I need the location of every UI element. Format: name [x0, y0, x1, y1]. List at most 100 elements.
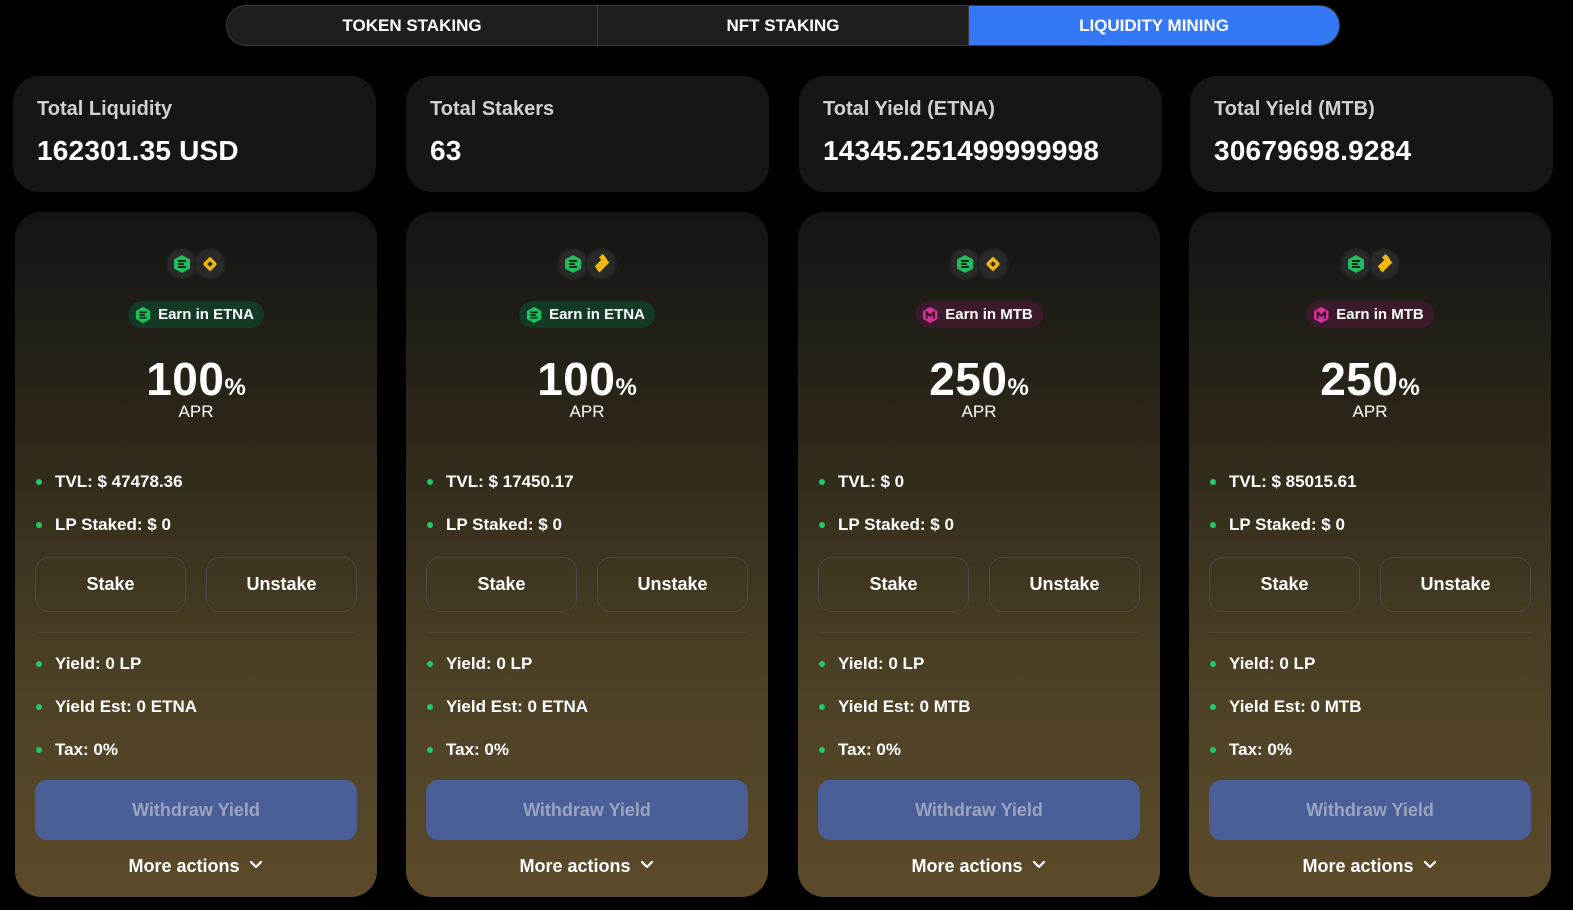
withdraw-yield-button[interactable]: Withdraw Yield [1209, 780, 1531, 840]
unstake-button[interactable]: Unstake [206, 557, 357, 612]
tvl-row: TVL: $ 85015.61 [1209, 460, 1531, 503]
tab-token-staking[interactable]: TOKEN STAKING [227, 6, 598, 45]
yield-stats: Yield: 0 LP Yield Est: 0 MTB Tax: 0% [818, 642, 1140, 771]
lp-staked-row: LP Staked: $ 0 [1209, 503, 1531, 546]
yield-row: Yield: 0 LP [818, 642, 1140, 685]
earn-badge: Earn in ETNA [128, 301, 264, 328]
tvl-row: TVL: $ 0 [818, 460, 1140, 503]
pool-card: Earn in ETNA 100% APR TVL: $ 47478.36 LP… [15, 212, 377, 897]
withdraw-yield-button[interactable]: Withdraw Yield [35, 780, 357, 840]
yield-est-row: Yield Est: 0 MTB [818, 685, 1140, 728]
tax-row: Tax: 0% [426, 728, 748, 771]
yield-value: Yield: 0 LP [55, 653, 142, 673]
apr-percent-sign: % [224, 374, 246, 401]
yield-stats: Yield: 0 LP Yield Est: 0 ETNA Tax: 0% [426, 642, 748, 771]
stat-card-total-yield-etna: Total Yield (ETNA) 14345.251499999998 [799, 76, 1162, 192]
stat-value: 30679698.9284 [1214, 135, 1412, 166]
yield-row: Yield: 0 LP [35, 642, 357, 685]
stat-value: 63 [430, 135, 462, 166]
tvl-value: TVL: $ 47478.36 [55, 471, 183, 491]
chevron-down-icon [639, 856, 655, 877]
withdraw-yield-button[interactable]: Withdraw Yield [426, 780, 748, 840]
stat-card-total-yield-mtb: Total Yield (MTB) 30679698.9284 [1190, 76, 1553, 192]
mtb-icon [921, 306, 939, 324]
tvl-value: TVL: $ 85015.61 [1229, 471, 1357, 491]
more-actions-toggle[interactable]: More actions [15, 856, 377, 877]
more-actions-toggle[interactable]: More actions [1189, 856, 1551, 877]
yield-value: Yield: 0 LP [446, 653, 533, 673]
yield-est-row: Yield Est: 0 MTB [1209, 685, 1531, 728]
stake-actions: Stake Unstake [35, 557, 357, 612]
lp-staked-value: LP Staked: $ 0 [446, 514, 562, 534]
unstake-button[interactable]: Unstake [1380, 557, 1531, 612]
bullet-icon [36, 478, 42, 485]
unstake-button[interactable]: Unstake [989, 557, 1140, 612]
pool-cards: Earn in ETNA 100% APR TVL: $ 47478.36 LP… [15, 212, 1555, 897]
bullet-icon [1210, 703, 1216, 710]
yield-est-value: Yield Est: 0 ETNA [446, 696, 589, 716]
stake-button[interactable]: Stake [426, 557, 577, 612]
lp-staked-value: LP Staked: $ 0 [838, 514, 954, 534]
bullet-icon [36, 660, 42, 667]
apr: 250% APR [1189, 352, 1551, 422]
pool-stats: TVL: $ 47478.36 LP Staked: $ 0 [35, 460, 357, 546]
apr-label: APR [569, 402, 605, 421]
apr-value: 100 [146, 353, 225, 405]
etna-icon [134, 306, 152, 324]
earn-label: Earn in MTB [1336, 306, 1424, 323]
token-pair [15, 248, 377, 280]
withdraw-yield-button[interactable]: Withdraw Yield [818, 780, 1140, 840]
bullet-icon [1210, 478, 1216, 485]
pool-stats: TVL: $ 17450.17 LP Staked: $ 0 [426, 460, 748, 546]
yield-est-value: Yield Est: 0 ETNA [55, 696, 198, 716]
pool-card: Earn in MTB 250% APR TVL: $ 85015.61 LP … [1189, 212, 1551, 897]
lp-staked-row: LP Staked: $ 0 [35, 503, 357, 546]
bullet-icon [36, 521, 42, 528]
more-actions-toggle[interactable]: More actions [798, 856, 1160, 877]
lp-staked-row: LP Staked: $ 0 [426, 503, 748, 546]
tax-value: Tax: 0% [446, 739, 509, 759]
apr-value: 250 [929, 353, 1008, 405]
bullet-icon [427, 746, 433, 753]
unstake-button[interactable]: Unstake [597, 557, 748, 612]
yield-est-row: Yield Est: 0 ETNA [426, 685, 748, 728]
tax-value: Tax: 0% [838, 739, 901, 759]
tab-nft-staking[interactable]: NFT STAKING [598, 6, 969, 45]
earn-badge: Earn in MTB [915, 301, 1043, 328]
more-actions-toggle[interactable]: More actions [406, 856, 768, 877]
yield-stats: Yield: 0 LP Yield Est: 0 MTB Tax: 0% [1209, 642, 1531, 771]
apr-value: 100 [537, 353, 616, 405]
mtb-icon [1312, 306, 1330, 324]
apr: 100% APR [15, 352, 377, 422]
summary-stats: Total Liquidity 162301.35 USD Total Stak… [13, 76, 1553, 192]
yield-stats: Yield: 0 LP Yield Est: 0 ETNA Tax: 0% [35, 642, 357, 771]
liquidity-mining-page: TOKEN STAKING NFT STAKING LIQUIDITY MINI… [0, 0, 1573, 910]
stat-label: Total Stakers [430, 98, 555, 120]
stake-button[interactable]: Stake [1209, 557, 1360, 612]
chevron-down-icon [248, 856, 264, 877]
bullet-icon [1210, 521, 1216, 528]
tax-value: Tax: 0% [1229, 739, 1292, 759]
bullet-icon [819, 746, 825, 753]
divider [426, 632, 748, 633]
stake-actions: Stake Unstake [1209, 557, 1531, 612]
earn-label: Earn in MTB [945, 306, 1033, 323]
stat-card-total-liquidity: Total Liquidity 162301.35 USD [13, 76, 376, 192]
tax-row: Tax: 0% [35, 728, 357, 771]
earn-badge: Earn in ETNA [519, 301, 655, 328]
earn-badge: Earn in MTB [1306, 301, 1434, 328]
tab-liquidity-mining[interactable]: LIQUIDITY MINING [969, 6, 1339, 45]
stat-label: Total Yield (MTB) [1214, 98, 1375, 120]
stake-button[interactable]: Stake [35, 557, 186, 612]
stake-button[interactable]: Stake [818, 557, 969, 612]
apr: 250% APR [798, 352, 1160, 422]
divider [818, 632, 1140, 633]
busd-icon [585, 248, 617, 280]
yield-value: Yield: 0 LP [1229, 653, 1316, 673]
bullet-icon [427, 703, 433, 710]
apr-label: APR [178, 402, 214, 421]
stat-value: 14345.251499999998 [823, 135, 1100, 166]
pool-stats: TVL: $ 85015.61 LP Staked: $ 0 [1209, 460, 1531, 546]
bullet-icon [1210, 746, 1216, 753]
tax-row: Tax: 0% [818, 728, 1140, 771]
